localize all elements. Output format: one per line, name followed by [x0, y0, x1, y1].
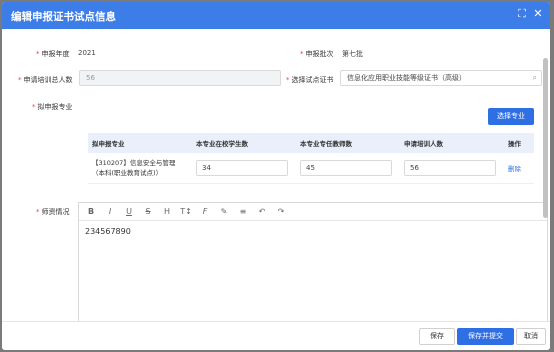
- rich-text-editor: B I U S H T↕ F ✎ ≡ ↶ ↷ 234567890: [78, 202, 548, 321]
- batch-label: * 申报批次: [300, 50, 334, 58]
- text-color-icon[interactable]: F: [199, 206, 211, 217]
- underline-icon[interactable]: U: [123, 206, 135, 217]
- teachers-input[interactable]: 45: [300, 160, 392, 176]
- scrollbar[interactable]: [543, 58, 548, 218]
- dialog-body: * 申报年度 2021 * 申报批次 第七批 * 申请培训总人数 56 * 选择试点证书…: [2, 29, 550, 321]
- students-cell: 34: [192, 153, 296, 184]
- trainees-input[interactable]: 56: [404, 160, 496, 176]
- trainee-label: * 申请培训总人数: [18, 76, 73, 84]
- th-students: 本专业在校学生数: [192, 133, 296, 153]
- redo-icon[interactable]: ↷: [275, 206, 287, 217]
- delete-link[interactable]: 删除: [508, 165, 521, 173]
- teacher-label: * 师资情况: [36, 208, 70, 216]
- highlight-icon[interactable]: ✎: [218, 206, 230, 217]
- th-major: 拟申报专业: [88, 133, 192, 153]
- font-size-icon[interactable]: T↕: [180, 206, 192, 217]
- edit-cert-dialog: 编辑申报证书试点信息 ⛶ ✕ * 申报年度 2021 * 申报批次 第七批 * 申请培…: [2, 2, 550, 350]
- undo-icon[interactable]: ↶: [256, 206, 268, 217]
- align-icon[interactable]: ≡: [237, 206, 249, 217]
- major-label: * 拟申报专业: [32, 103, 73, 111]
- heading-icon[interactable]: H: [161, 206, 173, 217]
- th-teachers: 本专业专任教师数: [296, 133, 400, 153]
- save-button[interactable]: 保存: [419, 328, 455, 345]
- major-cell: 【310207】信息安全与管理（本科(职业教育试点)）: [88, 153, 192, 184]
- close-icon[interactable]: ✕: [532, 8, 544, 20]
- major-table: 拟申报专业 本专业在校学生数 本专业专任教师数 申请培训人数 操作 【31020…: [88, 133, 534, 184]
- th-action: 操作: [504, 133, 534, 153]
- cert-label: * 选择试点证书: [286, 76, 334, 84]
- editor-toolbar: B I U S H T↕ F ✎ ≡ ↶ ↷: [79, 203, 547, 221]
- dialog-titlebar: 编辑申报证书试点信息 ⛶ ✕: [2, 2, 550, 29]
- year-label: * 申报年度: [36, 50, 70, 58]
- dialog-footer: 保存 保存并提交 取消: [2, 321, 550, 350]
- cert-select-value: 信息化应用职业技能等级证书（高级）: [347, 74, 466, 82]
- trainee-total-input[interactable]: 56: [79, 70, 281, 86]
- trainees-cell: 56: [400, 153, 504, 184]
- batch-value: 第七批: [342, 50, 363, 58]
- select-major-button[interactable]: 选择专业: [488, 108, 534, 125]
- bold-icon[interactable]: B: [85, 206, 97, 217]
- th-trainees: 申请培训人数: [400, 133, 504, 153]
- dialog-title: 编辑申报证书试点信息: [11, 11, 116, 23]
- year-value: 2021: [78, 49, 96, 57]
- save-submit-button[interactable]: 保存并提交: [457, 328, 514, 345]
- expand-icon[interactable]: ⛶: [516, 8, 528, 20]
- search-icon: ⌕: [532, 73, 537, 82]
- students-input[interactable]: 34: [196, 160, 288, 176]
- table-row: 【310207】信息安全与管理（本科(职业教育试点)） 34 45 56 删除: [88, 153, 534, 184]
- editor-content[interactable]: 234567890: [85, 227, 131, 236]
- table-header-row: 拟申报专业 本专业在校学生数 本专业专任教师数 申请培训人数 操作: [88, 133, 534, 153]
- cancel-button[interactable]: 取消: [516, 328, 546, 345]
- strikethrough-icon[interactable]: S: [142, 206, 154, 217]
- teachers-cell: 45: [296, 153, 400, 184]
- action-cell: 删除: [504, 153, 534, 184]
- cert-select[interactable]: 信息化应用职业技能等级证书（高级） ⌕: [340, 70, 542, 86]
- italic-icon[interactable]: I: [104, 206, 116, 217]
